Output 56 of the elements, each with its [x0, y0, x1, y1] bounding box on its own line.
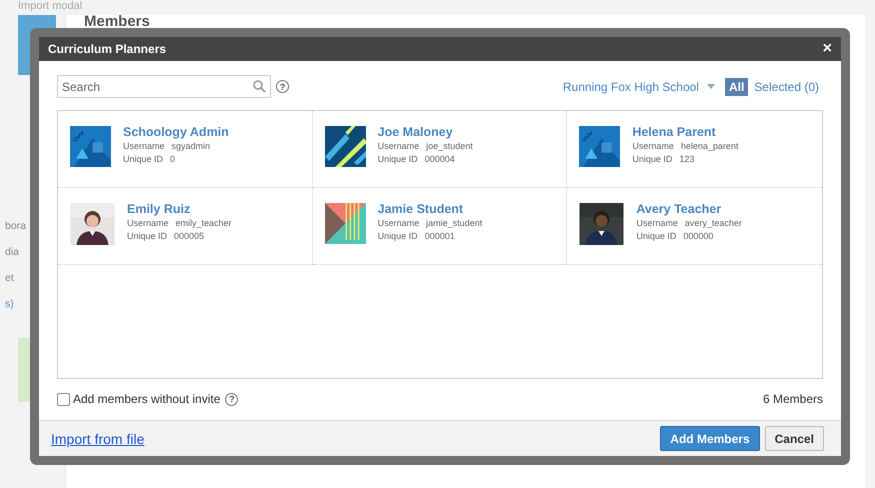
- avatar-icon: [324, 126, 366, 167]
- field-label: Unique ID: [636, 230, 676, 243]
- help-icon[interactable]: ?: [276, 80, 289, 93]
- field-label: Username: [378, 140, 420, 153]
- member-count: 6 Members: [762, 392, 823, 406]
- sidebar-item[interactable]: dia: [5, 245, 20, 260]
- member-name[interactable]: Avery Teacher: [636, 201, 742, 217]
- cancel-button[interactable]: Cancel: [764, 426, 824, 451]
- member-name[interactable]: Helena Parent: [632, 124, 738, 140]
- username-value: emily_teacher: [176, 217, 232, 230]
- import-link[interactable]: Import from file: [51, 430, 144, 446]
- avatar-icon: [579, 126, 620, 167]
- member-name[interactable]: Emily Ruiz: [127, 201, 232, 217]
- field-label: Unique ID: [378, 230, 418, 243]
- sidebar-item[interactable]: bora: [5, 219, 26, 234]
- username-value: jamie_student: [426, 217, 482, 230]
- field-label: Username: [636, 217, 678, 230]
- search-field[interactable]: Search: [57, 75, 271, 98]
- username-value: avery_teacher: [684, 217, 742, 230]
- page-caption: Import modal: [17, 0, 84, 14]
- id-value: 123: [679, 153, 694, 166]
- filter-tab[interactable]: Selected (0): [750, 78, 823, 96]
- caret-icon[interactable]: [706, 84, 715, 89]
- username-value: joe_student: [426, 140, 473, 153]
- sidebar-item[interactable]: s): [5, 297, 14, 312]
- sidebar-item[interactable]: et: [5, 271, 14, 286]
- id-value: 000001: [424, 230, 455, 243]
- avatar-icon: [324, 203, 366, 244]
- page-heading: Members: [83, 15, 151, 27]
- add-members-button[interactable]: Add Members: [660, 426, 760, 451]
- id-value: 000000: [683, 230, 714, 243]
- id-value: 000004: [424, 153, 455, 166]
- member-name[interactable]: Joe Maloney: [378, 124, 473, 140]
- member-name[interactable]: Schoology Admin: [123, 124, 229, 140]
- field-label: Username: [378, 217, 420, 230]
- checkbox-label[interactable]: Add members without invite: [73, 392, 220, 406]
- school-dropdown[interactable]: Running Fox High School: [562, 80, 699, 94]
- checkbox[interactable]: [57, 392, 70, 406]
- help-icon[interactable]: ?: [225, 392, 238, 406]
- modal-title: Curriculum Planners: [48, 42, 166, 56]
- field-label: Unique ID: [632, 153, 672, 166]
- close-button[interactable]: ×: [822, 41, 832, 57]
- member-name[interactable]: Jamie Student: [378, 201, 482, 217]
- field-label: Username: [632, 140, 674, 153]
- id-value: 000005: [174, 230, 204, 243]
- field-label: Unique ID: [127, 230, 168, 243]
- username-value: sgyadmin: [172, 140, 210, 153]
- field-label: Username: [127, 217, 169, 230]
- filter-tab[interactable]: All: [724, 78, 748, 96]
- avatar-icon: [70, 126, 111, 167]
- username-value: helena_parent: [680, 140, 738, 153]
- id-value: 0: [170, 153, 176, 166]
- field-label: Unique ID: [378, 153, 418, 166]
- field-label: Username: [123, 140, 165, 153]
- field-label: Unique ID: [123, 153, 164, 166]
- search-icon: [253, 80, 266, 93]
